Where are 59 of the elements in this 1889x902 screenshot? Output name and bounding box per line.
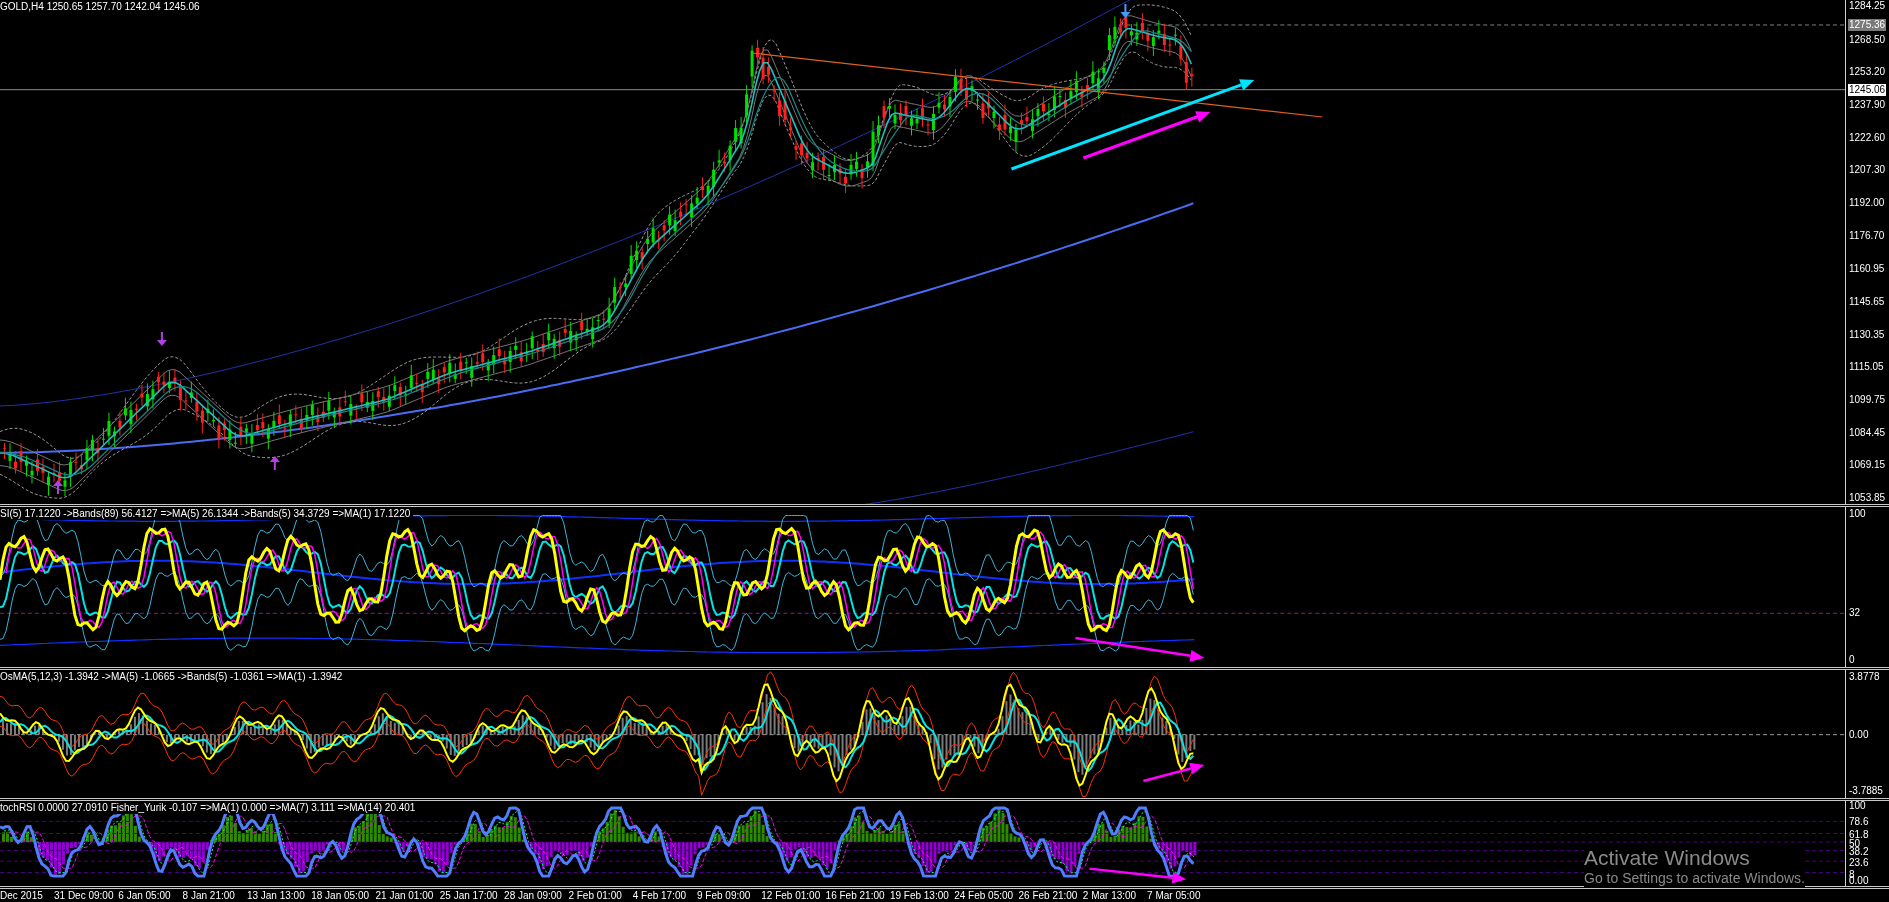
time-label: 6 Jan 05:00	[118, 889, 171, 902]
time-label: 4 Feb 17:00	[632, 889, 687, 902]
price-label: 1275.36	[1848, 18, 1887, 31]
axis-label: 0.00	[1848, 728, 1870, 741]
axis-label: 61.8	[1848, 828, 1870, 840]
axis-label: 78.6	[1848, 816, 1870, 829]
price-label: 1237.90	[1848, 98, 1887, 111]
time-label: Dec 2015	[0, 889, 43, 902]
price-label: 1130.35	[1848, 328, 1886, 341]
axis-label: 38.2	[1848, 846, 1870, 858]
down-arrow-icon	[1120, 3, 1131, 18]
price-label: 1115.05	[1848, 361, 1885, 374]
price-label: 1099.75	[1848, 394, 1887, 406]
price-label: 1145.65	[1848, 295, 1886, 308]
time-label: 16 Feb 21:00	[825, 889, 885, 902]
time-label: 31 Dec 09:00	[54, 889, 114, 902]
time-label: 9 Feb 09:00	[697, 889, 751, 902]
axis-label: 0.00	[1848, 875, 1870, 887]
time-label: 26 Feb 21:00	[1018, 889, 1078, 902]
axis-label: 32	[1848, 607, 1862, 620]
axis-label: 50	[1848, 837, 1861, 849]
indicator-label: SI(5) 17.1220 ->Bands(89) 56.4127 =>MA(5) 26.1344 ->Bands(5) 34.3729 =>MA(1) 17.1220	[0, 508, 414, 520]
time-label: 24 Feb 05:00	[954, 889, 1014, 902]
axis-label: -3.7885	[1848, 785, 1884, 797]
time-label: 7 Mar 05:00	[1147, 889, 1201, 902]
price-label: 1053.85	[1848, 492, 1887, 504]
time-label: 25 Jan 17:00	[439, 889, 498, 902]
notice-text: Go to Settings to activate Windows.	[1584, 870, 1805, 887]
price-label: 1176.70	[1848, 229, 1886, 242]
time-label: 19 Feb 13:00	[889, 889, 949, 902]
time-label: 2 Feb 01:00	[568, 889, 622, 902]
up-arrow-icon	[269, 456, 280, 471]
time-label: 21 Jan 01:00	[375, 889, 434, 902]
trend-arrow	[1143, 762, 1205, 783]
axis-label: 3.8778	[1848, 671, 1881, 683]
up-arrow-icon	[52, 480, 63, 495]
time-label: 28 Jan 09:00	[504, 889, 562, 902]
price-label: 1084.45	[1848, 426, 1887, 439]
price-label: 1253.20	[1848, 66, 1887, 79]
price-label: 1268.50	[1848, 33, 1887, 46]
axis-label: 100	[1848, 508, 1867, 520]
down-arrow-icon	[156, 331, 167, 346]
notice-title: Activate Windows	[1584, 846, 1751, 870]
chart-title: GOLD,H4 1250.65 1257.70 1242.04 1245.06	[0, 1, 203, 13]
time-label: 13 Jan 13:00	[246, 889, 305, 902]
time-label: 8 Jan 21:00	[182, 889, 235, 902]
price-label: 1222.60	[1848, 131, 1887, 144]
axis-label: 0	[1848, 654, 1856, 666]
time-label: 18 Jan 05:00	[311, 889, 369, 902]
price-label: 1192.00	[1848, 197, 1886, 209]
time-label: 2 Mar 13:00	[1082, 889, 1137, 902]
axis-label: 23.6	[1848, 857, 1870, 870]
price-label: 1160.95	[1848, 263, 1886, 276]
price-label: 1069.15	[1848, 459, 1887, 472]
price-label: 1207.30	[1848, 164, 1887, 177]
time-label: 12 Feb 01:00	[761, 889, 821, 902]
price-label: 1245.06	[1848, 83, 1887, 96]
axis-label: 100	[1848, 800, 1867, 812]
price-label: 1284.25	[1848, 0, 1887, 12]
